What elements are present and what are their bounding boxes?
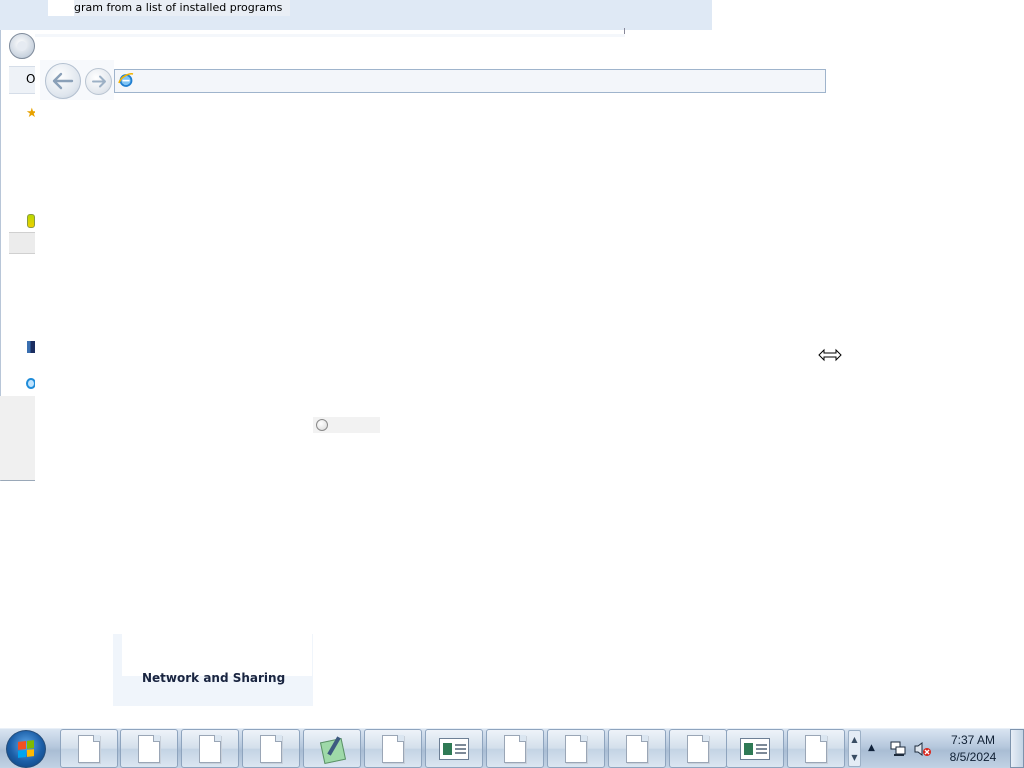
back-button[interactable] (45, 63, 81, 99)
address-bar[interactable] (114, 69, 826, 93)
internet-explorer-icon (118, 73, 134, 87)
notepad-icon (318, 735, 347, 764)
network-tray-icon[interactable] (890, 741, 906, 757)
taskbar-button[interactable] (669, 729, 727, 768)
show-hidden-icons-button[interactable]: ▲ (868, 740, 880, 756)
resize-cursor-icon (818, 348, 842, 362)
radio-button[interactable] (316, 419, 328, 431)
arrow-right-icon (91, 75, 106, 88)
taskbar-button[interactable] (608, 729, 666, 768)
browser-window (35, 35, 1024, 725)
scroll-down-icon[interactable]: ▼ (849, 749, 860, 767)
document-icon (504, 734, 526, 763)
scroll-up-icon[interactable]: ▲ (849, 731, 860, 749)
document-icon (565, 734, 587, 763)
window-icon (740, 737, 770, 760)
background-back-button[interactable] (9, 33, 35, 59)
clock-time[interactable]: 7:37 AM (940, 733, 1006, 747)
taskbar-button[interactable] (60, 729, 118, 768)
document-icon (260, 734, 282, 763)
network-tile-inner (122, 634, 312, 676)
taskbar-button[interactable] (547, 729, 605, 768)
document-icon (626, 734, 648, 763)
document-icon (805, 734, 827, 763)
background-lower-pane (0, 396, 36, 480)
taskbar-button[interactable] (425, 729, 483, 768)
taskbar-scroll[interactable]: ▲ ▼ (848, 730, 861, 767)
network-and-sharing-label[interactable]: Network and Sharing (142, 671, 285, 685)
taskbar-button[interactable] (486, 729, 544, 768)
taskbar-button[interactable] (120, 729, 178, 768)
network-icon (27, 341, 35, 353)
background-selected-row[interactable] (9, 232, 36, 254)
taskbar-button[interactable] (181, 729, 239, 768)
browser-top-edge (35, 34, 625, 37)
background-window-title-text: gram from a list of installed programs (74, 1, 283, 14)
document-icon (138, 734, 160, 763)
windows-logo-icon (18, 740, 34, 758)
arrow-left-icon (52, 72, 74, 90)
taskbar-button[interactable] (787, 729, 845, 768)
shield-icon (27, 214, 35, 228)
start-button[interactable] (6, 730, 46, 768)
document-icon (382, 734, 404, 763)
taskbar-button[interactable] (726, 729, 784, 768)
document-icon (687, 734, 709, 763)
window-icon (439, 737, 469, 760)
document-icon (78, 734, 100, 763)
show-desktop-button[interactable] (1010, 729, 1024, 768)
taskbar-button[interactable] (364, 729, 422, 768)
taskbar-button[interactable] (303, 729, 361, 768)
sound-muted-tray-icon[interactable] (914, 741, 932, 757)
clock-date[interactable]: 8/5/2024 (940, 750, 1006, 764)
background-window-title: gram from a list of installed programs (48, 0, 290, 16)
document-icon (199, 734, 221, 763)
taskbar-button[interactable] (242, 729, 300, 768)
forward-button[interactable] (85, 68, 112, 95)
